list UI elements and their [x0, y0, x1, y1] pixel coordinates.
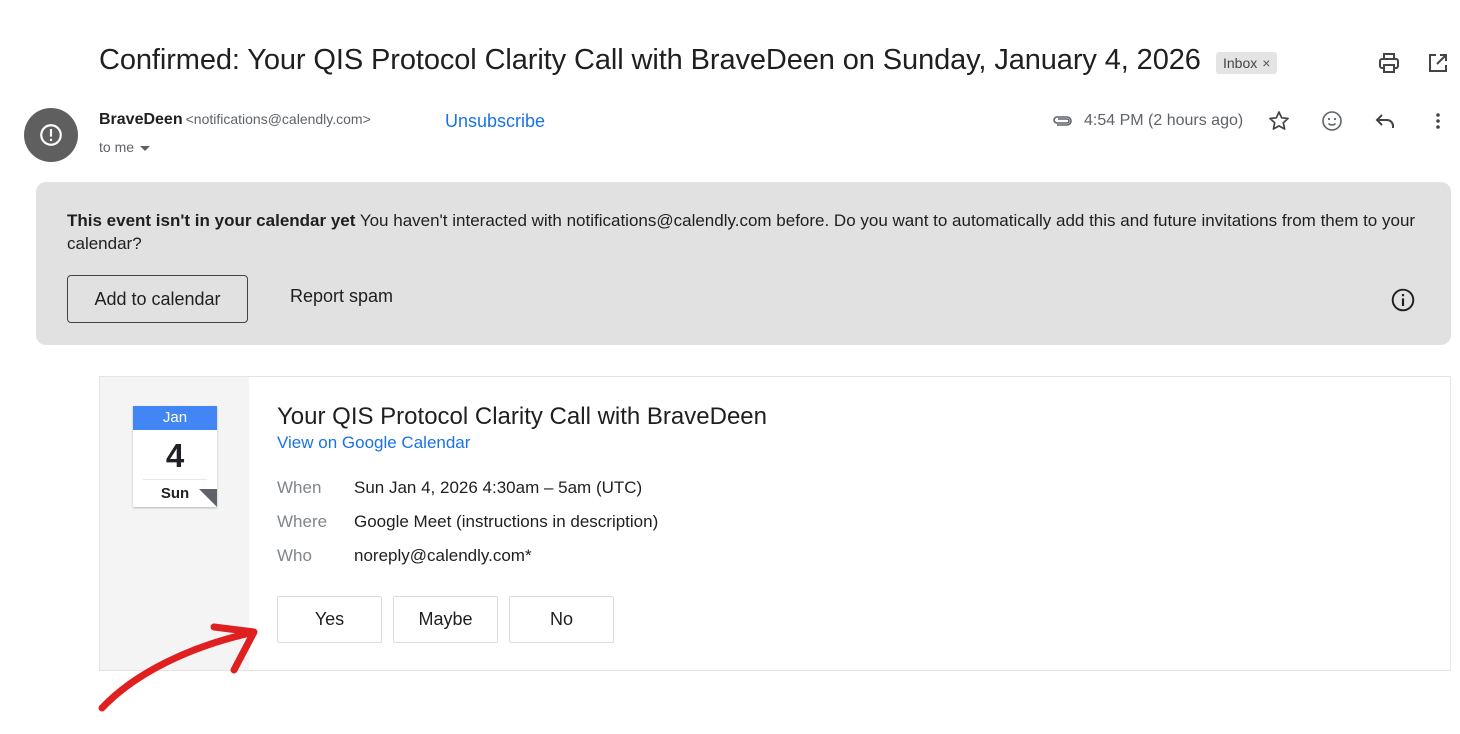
chevron-down-icon[interactable]: [140, 145, 151, 151]
banner-heading: This event isn't in your calendar yet: [67, 211, 356, 230]
view-on-google-calendar-link[interactable]: View on Google Calendar: [277, 433, 470, 453]
open-in-new-icon[interactable]: [1426, 51, 1450, 75]
emoji-icon[interactable]: [1320, 109, 1344, 133]
sender-line: BraveDeen <notifications@calendly.com>: [99, 111, 371, 129]
star-icon[interactable]: [1267, 109, 1291, 133]
add-to-calendar-button[interactable]: Add to calendar: [67, 275, 248, 323]
inbox-label-text: Inbox: [1223, 55, 1258, 71]
inbox-label-chip[interactable]: Inbox ×: [1216, 52, 1278, 74]
calendar-date-icon: Jan 4 Sun: [133, 406, 217, 507]
banner-text: This event isn't in your calendar yet Yo…: [67, 209, 1417, 255]
rsvp-maybe-button[interactable]: Maybe: [393, 596, 498, 643]
when-label: When: [277, 478, 322, 497]
calendar-day: 4: [165, 437, 185, 474]
email-subject: Confirmed: Your QIS Protocol Clarity Cal…: [99, 44, 1201, 76]
more-vert-icon[interactable]: [1426, 109, 1450, 133]
who-value[interactable]: noreply@calendly.com*: [354, 546, 532, 566]
when-value: Sun Jan 4, 2026 4:30am – 5am (UTC): [354, 478, 643, 497]
calendar-divider: [143, 479, 207, 480]
event-title: Your QIS Protocol Clarity Call with Brav…: [277, 403, 767, 430]
attachment-icon: [1053, 116, 1072, 126]
unsubscribe-link[interactable]: Unsubscribe: [445, 111, 545, 132]
reply-icon[interactable]: [1373, 109, 1397, 133]
email-timestamp: 4:54 PM (2 hours ago): [1084, 112, 1244, 129]
alert-icon: [40, 124, 62, 146]
page-fold-icon: [199, 489, 217, 507]
print-icon[interactable]: [1377, 51, 1401, 75]
event-invitation-card: Jan 4 Sun Your QIS Protocol Clarity Call…: [99, 376, 1451, 671]
sender-avatar: [24, 108, 78, 162]
sender-email: <notifications@calendly.com>: [185, 111, 371, 127]
calendar-warning-banner: This event isn't in your calendar yet Yo…: [36, 182, 1451, 345]
annotation-arrow-icon: [98, 623, 258, 712]
where-value: Google Meet (instructions in description…: [354, 512, 659, 531]
info-icon[interactable]: [1390, 287, 1416, 313]
rsvp-no-button[interactable]: No: [509, 596, 614, 643]
recipient-text: to me: [99, 139, 135, 155]
sender-name[interactable]: BraveDeen: [99, 111, 183, 128]
report-spam-button[interactable]: Report spam: [290, 286, 393, 307]
calendar-month: Jan: [133, 406, 217, 430]
where-label: Where: [277, 512, 328, 531]
rsvp-yes-button[interactable]: Yes: [277, 596, 382, 643]
recipient-details[interactable]: to me: [99, 139, 151, 155]
subject-row: Confirmed: Your QIS Protocol Clarity Cal…: [99, 44, 1447, 84]
remove-label-icon[interactable]: ×: [1262, 55, 1270, 71]
who-label: Who: [277, 546, 312, 565]
